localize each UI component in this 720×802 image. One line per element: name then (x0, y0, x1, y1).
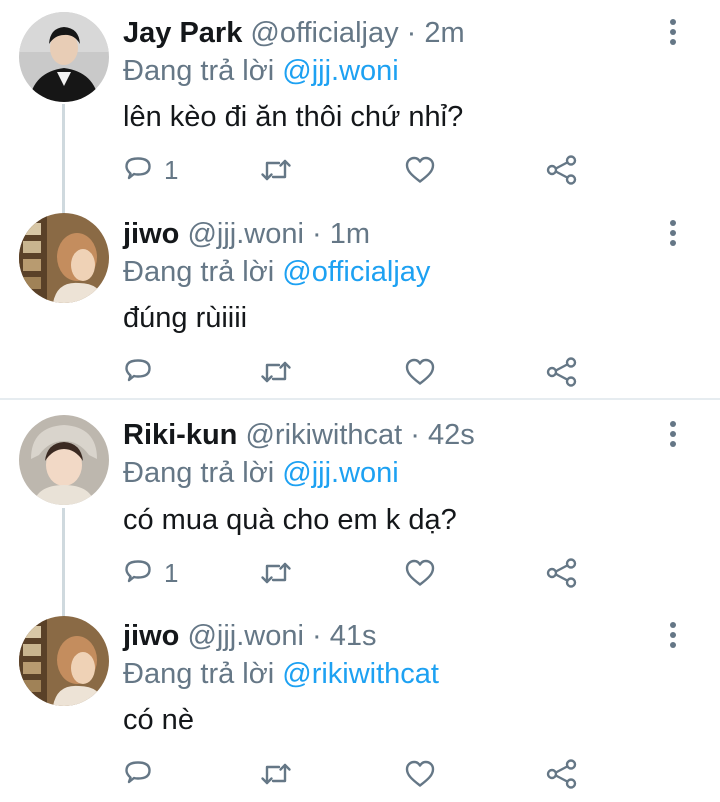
retweet-icon (258, 354, 294, 390)
reply-button[interactable]: 1 (120, 150, 178, 190)
share-icon (544, 555, 580, 591)
share-button[interactable] (544, 553, 580, 593)
tweet-actions (120, 352, 590, 392)
tweet-header: jiwo @jjj.woni · 1m (123, 214, 370, 254)
reply-button[interactable]: 1 (120, 553, 178, 593)
share-icon (544, 756, 580, 792)
reply-count: 1 (164, 557, 179, 588)
reply-mention-link[interactable]: @jjj.woni (282, 457, 398, 489)
reply-count: 1 (164, 154, 179, 185)
conversation-thread-1: Jay Park @officialjay · 2m Đang trả lời … (0, 0, 720, 398)
like-button[interactable] (402, 150, 438, 190)
retweet-icon (258, 555, 294, 591)
share-icon (544, 354, 580, 390)
retweet-icon (258, 152, 294, 188)
tweet-actions (120, 754, 590, 794)
heart-icon (402, 152, 438, 188)
display-name[interactable]: Riki-kun (123, 419, 237, 451)
replying-to-line: Đang trả lời @jjj.woni (123, 453, 399, 493)
replying-to-line: Đang trả lời @officialjay (123, 252, 430, 292)
avatar[interactable] (19, 616, 109, 706)
display-name[interactable]: jiwo (123, 218, 179, 250)
timestamp[interactable]: 41s (330, 620, 377, 652)
display-name[interactable]: jiwo (123, 620, 179, 652)
retweet-icon (258, 756, 294, 792)
like-button[interactable] (402, 553, 438, 593)
avatar[interactable] (19, 213, 109, 303)
share-button[interactable] (544, 754, 580, 794)
like-button[interactable] (402, 754, 438, 794)
reply-icon (120, 555, 156, 591)
separator-dot: · (410, 419, 420, 451)
tweet-header: Jay Park @officialjay · 2m (123, 13, 465, 53)
reply-mention-link[interactable]: @rikiwithcat (282, 658, 439, 690)
conversation-thread-2: Riki-kun @rikiwithcat · 42s Đang trả lời… (0, 400, 720, 798)
tweet-text: có nè (123, 704, 194, 736)
retweet-button[interactable] (258, 352, 294, 392)
tweet-header: jiwo @jjj.woni · 41s (123, 616, 376, 656)
separator-dot: · (406, 17, 417, 49)
tweet-riki-kun[interactable]: Riki-kun @rikiwithcat · 42s Đang trả lời… (0, 400, 720, 600)
user-handle[interactable]: @jjj.woni (187, 620, 303, 652)
separator-dot: · (311, 620, 322, 652)
replying-to-line: Đang trả lời @jjj.woni (123, 51, 399, 91)
timestamp[interactable]: 2m (424, 17, 464, 49)
replying-to-label: Đang trả lời (123, 457, 283, 489)
more-vertical-icon[interactable] (660, 16, 686, 48)
user-handle[interactable]: @officialjay (250, 17, 398, 49)
more-vertical-icon[interactable] (660, 217, 686, 249)
reply-button[interactable] (120, 754, 164, 794)
retweet-button[interactable] (258, 150, 294, 190)
timestamp[interactable]: 42s (428, 419, 475, 451)
avatar[interactable] (19, 415, 109, 505)
reply-icon (120, 354, 156, 390)
tweet-actions: 1 (120, 553, 590, 593)
heart-icon (402, 555, 438, 591)
tweet-header: Riki-kun @rikiwithcat · 42s (123, 415, 475, 455)
separator-dot: · (311, 218, 322, 250)
tweet-actions: 1 (120, 150, 590, 190)
user-handle[interactable]: @jjj.woni (187, 218, 303, 250)
replying-to-line: Đang trả lời @rikiwithcat (123, 654, 439, 694)
reply-mention-link[interactable]: @jjj.woni (282, 55, 398, 87)
reply-icon (120, 152, 156, 188)
like-button[interactable] (402, 352, 438, 392)
heart-icon (402, 756, 438, 792)
replying-to-label: Đang trả lời (123, 55, 283, 87)
reply-mention-link[interactable]: @officialjay (282, 256, 430, 288)
tweet-jiwo[interactable]: jiwo @jjj.woni · 41s Đang trả lời @rikiw… (0, 602, 720, 802)
avatar[interactable] (19, 12, 109, 102)
retweet-button[interactable] (258, 754, 294, 794)
tweet-text: có mua quà cho em k dạ? (123, 504, 457, 536)
more-vertical-icon[interactable] (660, 418, 686, 450)
share-icon (544, 152, 580, 188)
more-vertical-icon[interactable] (660, 619, 686, 651)
retweet-button[interactable] (258, 553, 294, 593)
heart-icon (402, 354, 438, 390)
replying-to-label: Đang trả lời (123, 658, 283, 690)
share-button[interactable] (544, 150, 580, 190)
tweet-text: lên kèo đi ăn thôi chứ nhỉ? (123, 101, 464, 133)
tweet-text: đúng rùiiii (123, 302, 248, 334)
share-button[interactable] (544, 352, 580, 392)
tweet-jiwo[interactable]: jiwo @jjj.woni · 1m Đang trả lời @offici… (0, 200, 720, 400)
tweet-jay-park[interactable]: Jay Park @officialjay · 2m Đang trả lời … (0, 0, 720, 200)
user-handle[interactable]: @rikiwithcat (245, 419, 402, 451)
reply-icon (120, 756, 156, 792)
reply-button[interactable] (120, 352, 164, 392)
replying-to-label: Đang trả lời (123, 256, 283, 288)
display-name[interactable]: Jay Park (123, 17, 242, 49)
timestamp[interactable]: 1m (330, 218, 370, 250)
